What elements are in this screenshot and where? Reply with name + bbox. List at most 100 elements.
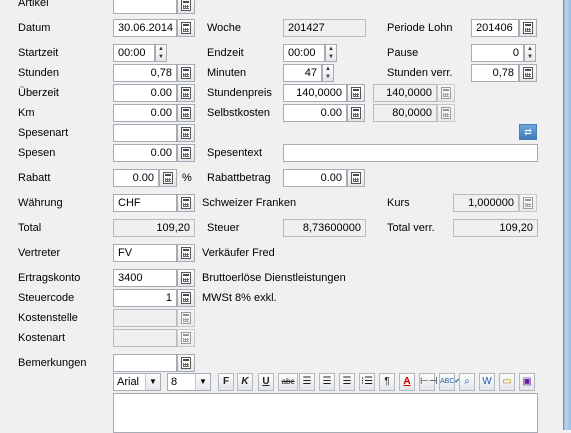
kostenstelle-label: Kostenstelle <box>18 312 78 324</box>
folder-icon: ▭ <box>502 376 512 387</box>
ertragskonto-field[interactable]: 3400 <box>113 269 177 287</box>
steuercode-field[interactable]: 1 <box>113 289 177 307</box>
endzeit-field[interactable]: 00:00 <box>283 44 325 62</box>
bullet-list-button[interactable]: ⁝☰ <box>359 373 375 391</box>
km-calc-button[interactable] <box>177 104 195 122</box>
spesenart-field[interactable] <box>113 124 177 142</box>
search-icon: ⌕ <box>464 376 470 387</box>
calculator-icon <box>181 197 191 209</box>
steuercode-lookup-button[interactable] <box>177 289 195 307</box>
stunden-verr-field[interactable]: 0,78 <box>471 64 519 82</box>
stundenpreis-field[interactable]: 140,0000 <box>283 84 347 102</box>
bemerkungen-field[interactable] <box>113 354 177 372</box>
rabattbetrag-field[interactable]: 0.00 <box>283 169 347 187</box>
vertreter-label: Vertreter <box>18 247 61 259</box>
spesen-calc-button[interactable] <box>177 144 195 162</box>
bemerkungen-lookup-button[interactable] <box>177 354 195 372</box>
rabatt-label: Rabatt <box>18 172 51 184</box>
rabatt-calc-button[interactable] <box>159 169 177 187</box>
calculator-icon <box>181 292 191 304</box>
artikel-field[interactable] <box>113 0 177 14</box>
artikel-label: Artikel <box>18 0 49 9</box>
selbstkosten-field[interactable]: 0.00 <box>283 104 347 122</box>
spellcheck-icon: ABC✔ <box>440 378 461 385</box>
calculator-icon <box>181 127 191 139</box>
stunden-verr-calc-button[interactable] <box>519 64 537 82</box>
stunden-calc-button[interactable] <box>177 64 195 82</box>
ueberzeit-label: Überzeit <box>18 87 59 99</box>
selbstkosten-label: Selbstkosten <box>207 107 270 119</box>
spesentext-field[interactable] <box>283 144 538 162</box>
startzeit-spinner[interactable]: ▲ ▼ <box>155 44 167 62</box>
font-color-button[interactable]: A <box>399 373 415 391</box>
waehrung-field[interactable]: CHF <box>113 194 177 212</box>
ertragskonto-lookup-button[interactable] <box>177 269 195 287</box>
ueberzeit-calc-button[interactable] <box>177 84 195 102</box>
strikethrough-button[interactable]: abc <box>278 373 298 391</box>
datum-calendar-button[interactable] <box>177 19 195 37</box>
vertreter-field[interactable]: FV <box>113 244 177 262</box>
calendar-icon <box>181 22 191 34</box>
vertreter-desc: Verkäufer Fred <box>202 247 275 259</box>
minuten-field[interactable]: 47 <box>283 64 322 82</box>
spin-icon: ▲ ▼ <box>325 66 331 80</box>
stunden-verr-label: Stunden verr. <box>387 67 453 79</box>
kurs-label: Kurs <box>387 197 410 209</box>
chevron-down-icon: ▼ <box>195 374 210 390</box>
rabattbetrag-calc-button[interactable] <box>347 169 365 187</box>
remarks-editor[interactable] <box>113 393 538 433</box>
woche-label: Woche <box>207 22 242 34</box>
total-field: 109,20 <box>113 219 195 237</box>
open-folder-button[interactable]: ▭ <box>499 373 515 391</box>
stunden-field[interactable]: 0,78 <box>113 64 177 82</box>
find-button[interactable]: ⌕ <box>459 373 475 391</box>
calculator-icon <box>523 197 533 209</box>
kostenstelle-lookup-button <box>177 309 195 327</box>
total-verr-field: 109,20 <box>453 219 538 237</box>
align-center-button[interactable]: ☰ <box>319 373 335 391</box>
selbstkosten-calc-button[interactable] <box>347 104 365 122</box>
spesenart-lookup-button[interactable] <box>177 124 195 142</box>
pause-spinner[interactable]: ▲ ▼ <box>524 44 536 62</box>
pause-field[interactable]: 0 <box>471 44 524 62</box>
vertreter-lookup-button[interactable] <box>177 244 195 262</box>
calculator-icon <box>351 172 361 184</box>
steuer-field: 8,73600000 <box>283 219 366 237</box>
calculator-icon <box>181 87 191 99</box>
spellcheck-button[interactable]: ABC✔ <box>439 373 460 391</box>
km-field[interactable]: 0.00 <box>113 104 177 122</box>
periode-lookup-button[interactable] <box>519 19 537 37</box>
datum-field[interactable]: 30.06.2014 <box>113 19 177 37</box>
font-select[interactable]: Arial ▼ <box>113 373 161 391</box>
minuten-spinner[interactable]: ▲ ▼ <box>322 64 334 82</box>
spesen-label: Spesen <box>18 147 56 159</box>
align-left-button[interactable]: ☰ <box>299 373 315 391</box>
word-export-button[interactable]: W <box>479 373 495 391</box>
calculator-icon <box>181 332 191 344</box>
italic-button[interactable]: K <box>237 373 253 391</box>
save-button[interactable]: ▣ <box>519 373 535 391</box>
underline-button[interactable]: U <box>258 373 274 391</box>
startzeit-field[interactable]: 00:00 <box>113 44 155 62</box>
kostenart-field <box>113 329 177 347</box>
stundenpreis-calc-button[interactable] <box>347 84 365 102</box>
spin-icon: ▲ ▼ <box>328 46 334 60</box>
bold-button[interactable]: F <box>218 373 234 391</box>
periode-field[interactable]: 201406 <box>471 19 519 37</box>
kostenart-lookup-button <box>177 329 195 347</box>
endzeit-spinner[interactable]: ▲ ▼ <box>325 44 337 62</box>
ueberzeit-field[interactable]: 0.00 <box>113 84 177 102</box>
swap-button[interactable]: ⇄ <box>519 124 537 140</box>
rabattbetrag-label: Rabattbetrag <box>207 172 271 184</box>
rabatt-field[interactable]: 0.00 <box>113 169 159 187</box>
artikel-lookup-button[interactable] <box>177 0 195 14</box>
kostenstelle-field <box>113 309 177 327</box>
paragraph-button[interactable]: ¶ <box>379 373 395 391</box>
ertragskonto-desc: Bruttoerlöse Dienstleistungen <box>202 272 346 284</box>
font-size-select[interactable]: 8 ▼ <box>167 373 211 391</box>
insert-table-button[interactable]: ⊢⊣ <box>419 373 437 391</box>
chevron-down-icon: ▼ <box>145 374 160 390</box>
waehrung-lookup-button[interactable] <box>177 194 195 212</box>
align-right-button[interactable]: ☰ <box>339 373 355 391</box>
spesen-field[interactable]: 0.00 <box>113 144 177 162</box>
